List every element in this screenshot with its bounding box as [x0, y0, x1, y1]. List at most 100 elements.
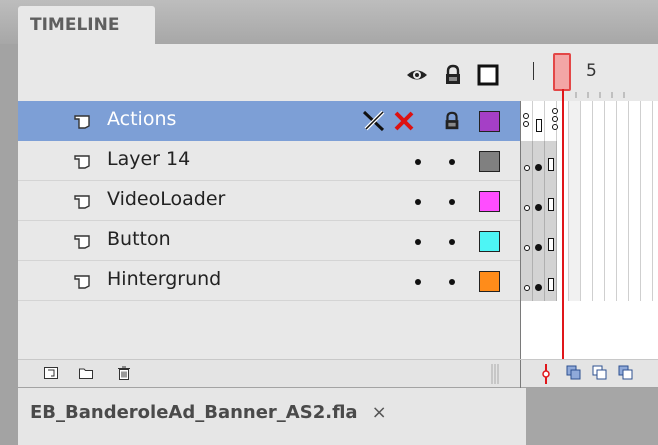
layer-row-button[interactable]: Button — [18, 221, 520, 261]
frame-cell[interactable] — [641, 101, 653, 141]
frame-cell[interactable] — [545, 101, 558, 141]
frame-cell[interactable] — [617, 101, 629, 141]
frame-cell[interactable] — [581, 261, 593, 301]
frame-row — [521, 221, 658, 261]
frame-cell[interactable] — [641, 221, 653, 261]
new-layer-icon[interactable] — [43, 365, 59, 381]
lock-dot[interactable] — [449, 159, 455, 165]
frame-cell[interactable] — [521, 141, 533, 181]
frame-cell[interactable] — [533, 101, 545, 141]
frame-cell[interactable] — [569, 181, 581, 221]
end-frame-marker — [548, 198, 554, 211]
frame-cell[interactable] — [581, 101, 593, 141]
center-frame-icon[interactable] — [539, 364, 553, 384]
empty-keyframe — [524, 285, 530, 291]
keyframe — [535, 244, 542, 251]
frame-cell[interactable] — [641, 181, 653, 221]
layer-color-swatch[interactable] — [479, 191, 500, 212]
layer-row-videoloader[interactable]: VideoLoader — [18, 181, 520, 221]
frame-cell[interactable] — [605, 141, 617, 181]
frame-cell[interactable] — [545, 141, 557, 181]
edit-multiple-frames-icon[interactable] — [618, 365, 634, 381]
keyframe — [535, 164, 542, 171]
frame-cell[interactable] — [641, 141, 653, 181]
layer-color-swatch[interactable] — [479, 151, 500, 172]
layer-color-swatch[interactable] — [479, 231, 500, 252]
frame-cell[interactable] — [629, 141, 641, 181]
eye-icon[interactable] — [406, 64, 428, 86]
timeline-tab[interactable]: TIMELINE — [18, 6, 155, 44]
frame-cell[interactable] — [617, 141, 629, 181]
frame-cell[interactable] — [533, 221, 545, 261]
frame-cell[interactable] — [629, 221, 641, 261]
frame-cell[interactable] — [581, 141, 593, 181]
frame-cell[interactable] — [629, 261, 641, 301]
frame-cell[interactable] — [569, 221, 581, 261]
visibility-dot[interactable] — [415, 279, 421, 285]
frame-cell[interactable] — [533, 141, 545, 181]
visibility-dot[interactable] — [415, 199, 421, 205]
visibility-dot[interactable] — [415, 239, 421, 245]
frame-cell[interactable] — [521, 181, 533, 221]
frame-cell[interactable] — [605, 261, 617, 301]
layer-row-hintergrund[interactable]: Hintergrund — [18, 261, 520, 301]
frame-cell[interactable] — [569, 141, 581, 181]
onion-skin-outlines-icon[interactable] — [592, 365, 608, 381]
frame-cell[interactable] — [569, 101, 581, 141]
frame-cell[interactable] — [617, 261, 629, 301]
frame-cell[interactable] — [629, 181, 641, 221]
frame-cell[interactable] — [521, 101, 533, 141]
layer-name: Layer 14 — [107, 148, 191, 170]
layer-row-layer-14[interactable]: Layer 14 — [18, 141, 520, 181]
frame-cell[interactable] — [521, 261, 533, 301]
trash-icon[interactable] — [116, 365, 132, 381]
onion-skin-icon[interactable] — [566, 365, 582, 381]
locked-lock-icon[interactable] — [442, 111, 462, 131]
lock-dot[interactable] — [449, 279, 455, 285]
panel-tab-strip: TIMELINE — [0, 0, 658, 44]
lock-icon[interactable] — [442, 64, 464, 86]
empty-keyframe — [524, 205, 530, 211]
frame-cell[interactable] — [593, 141, 605, 181]
frame-cell[interactable] — [593, 181, 605, 221]
layer-icon — [74, 195, 90, 209]
frame-cell[interactable] — [533, 181, 545, 221]
frame-cell[interactable] — [533, 261, 545, 301]
frame-cell[interactable] — [545, 261, 557, 301]
outline-square-icon[interactable] — [477, 64, 499, 86]
hidden-x-icon[interactable] — [393, 110, 415, 132]
frame-cell[interactable] — [521, 221, 533, 261]
layer-color-swatch[interactable] — [479, 271, 500, 292]
lock-dot[interactable] — [449, 199, 455, 205]
frame-cell[interactable] — [593, 221, 605, 261]
end-frame-marker — [536, 119, 542, 132]
frame-cell[interactable] — [605, 181, 617, 221]
frame-cell[interactable] — [545, 221, 557, 261]
document-tab[interactable]: EB_BanderoleAd_Banner_AS2.fla × — [18, 388, 526, 445]
frame-cell[interactable] — [569, 261, 581, 301]
lock-dot[interactable] — [449, 239, 455, 245]
frame-cell[interactable] — [641, 261, 653, 301]
ruler-frame-number: 5 — [586, 61, 597, 81]
playhead-handle[interactable] — [553, 53, 571, 91]
frame-row — [521, 101, 658, 141]
frame-cell[interactable] — [593, 261, 605, 301]
frame-cell[interactable] — [605, 101, 617, 141]
frame-cell[interactable] — [581, 181, 593, 221]
frame-cell[interactable] — [617, 221, 629, 261]
frame-cell[interactable] — [593, 101, 605, 141]
frame-cell[interactable] — [545, 181, 557, 221]
scroll-grip[interactable] — [490, 364, 502, 384]
timeline-bottom-toolbar — [18, 359, 658, 388]
layer-color-swatch[interactable] — [479, 111, 500, 132]
layer-row-actions[interactable]: Actions — [18, 101, 520, 141]
visibility-dot[interactable] — [415, 159, 421, 165]
frame-cell[interactable] — [629, 101, 641, 141]
frame-cell[interactable] — [581, 221, 593, 261]
close-tab-button[interactable]: × — [372, 402, 387, 423]
frame-cell[interactable] — [605, 221, 617, 261]
new-folder-icon[interactable] — [78, 365, 94, 381]
frame-grid[interactable] — [520, 101, 658, 359]
pencil-crossed-icon[interactable] — [361, 109, 387, 133]
frame-cell[interactable] — [617, 181, 629, 221]
